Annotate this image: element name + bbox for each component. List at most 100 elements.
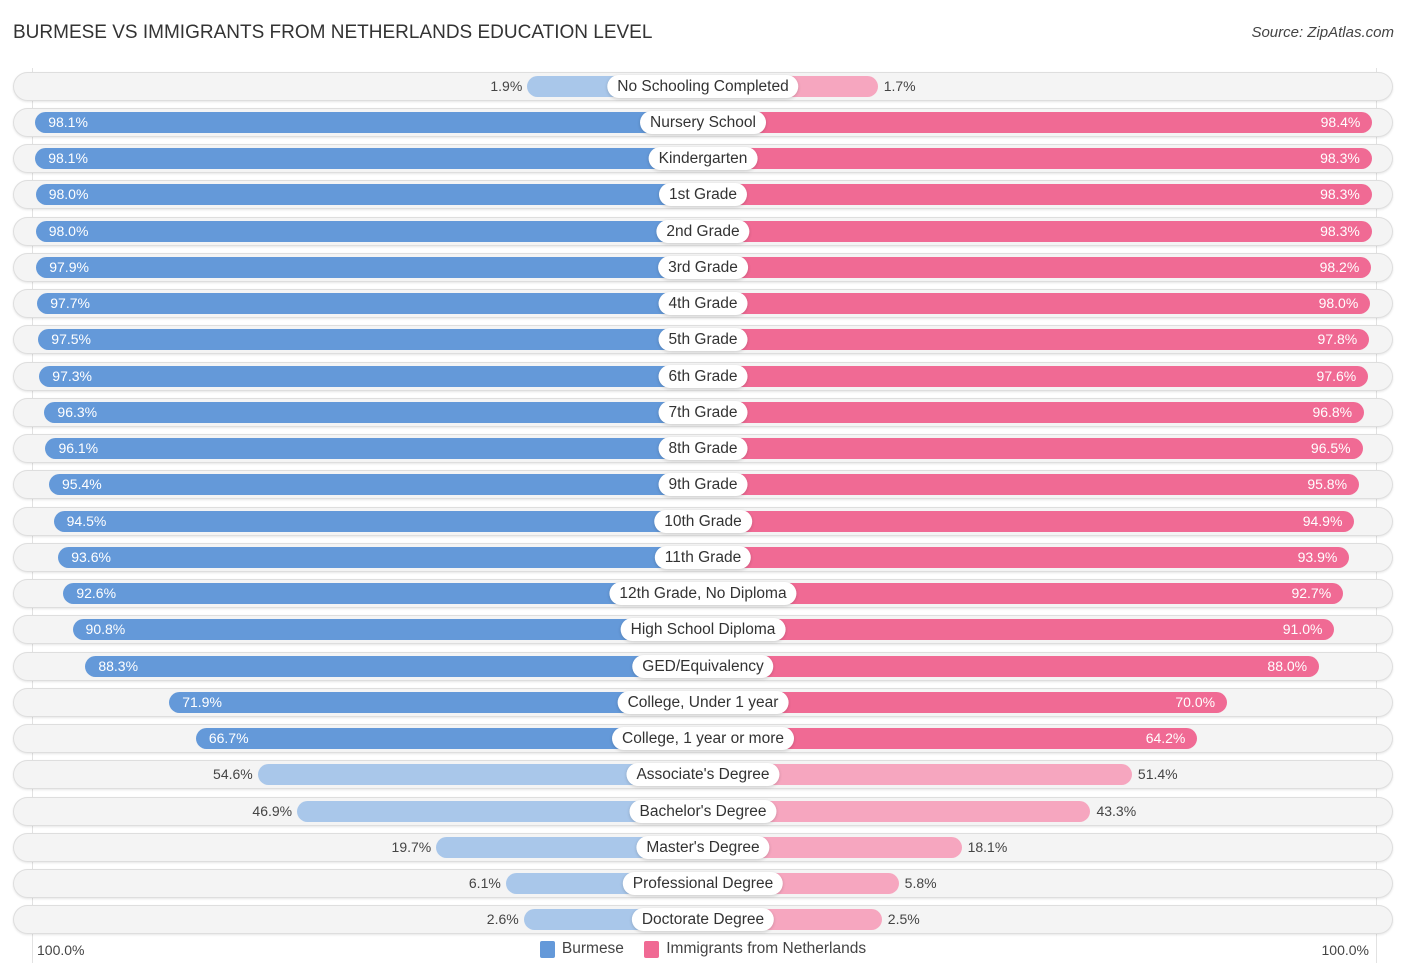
bar-netherlands[interactable] (703, 256, 1372, 278)
value-label-netherlands: 98.3% (1320, 150, 1360, 166)
legend-label-netherlands: Immigrants from Netherlands (666, 940, 867, 957)
bar-burmese[interactable] (39, 365, 703, 387)
bar-netherlands[interactable] (703, 474, 1360, 496)
value-label-netherlands: 95.8% (1307, 476, 1348, 493)
value-label-burmese: 19.7% (391, 838, 432, 855)
value-label-netherlands: 18.1% (967, 838, 1008, 855)
value-label-netherlands: 98.2% (1319, 258, 1360, 275)
value-label-netherlands: 93.9% (1297, 548, 1338, 565)
category-label: 8th Grade (658, 437, 748, 460)
value-label-netherlands: 92.7% (1291, 585, 1332, 601)
category-label: 11th Grade (654, 545, 752, 569)
bar-netherlands[interactable] (703, 220, 1372, 242)
category-label: Professional Degree (622, 872, 784, 895)
bar-netherlands[interactable] (703, 111, 1373, 133)
legend-swatch-netherlands (644, 940, 660, 958)
value-label-netherlands: 98.4% (1320, 113, 1361, 130)
value-label-burmese: 92.6% (76, 585, 117, 601)
bar-netherlands[interactable] (703, 401, 1365, 423)
bar-burmese[interactable] (36, 256, 703, 278)
bar-burmese[interactable] (72, 619, 703, 641)
value-label-burmese: 6.1% (468, 875, 501, 891)
value-label-burmese: 98.1% (48, 150, 88, 166)
bar-netherlands[interactable] (703, 148, 1372, 169)
value-label-netherlands: 1.7% (883, 77, 916, 94)
legend-label-burmese: Burmese (561, 940, 624, 957)
bar-netherlands[interactable] (703, 184, 1372, 206)
bar-netherlands[interactable] (703, 655, 1320, 677)
value-label-burmese: 71.9% (182, 693, 222, 710)
bar-burmese[interactable] (35, 220, 703, 242)
bar-burmese[interactable] (35, 148, 703, 169)
category-label: Nursery School (640, 110, 766, 134)
value-label-burmese: 90.8% (85, 621, 126, 638)
category-label: Kindergarten (648, 147, 758, 170)
bar-burmese[interactable] (37, 293, 703, 314)
value-label-netherlands: 98.3% (1320, 222, 1360, 239)
value-label-burmese: 96.3% (57, 403, 98, 420)
category-label: Doctorate Degree (631, 908, 775, 932)
category-label: Master's Degree (636, 835, 770, 859)
value-label-burmese: 46.9% (252, 802, 293, 819)
value-label-burmese: 93.6% (71, 548, 111, 565)
bar-burmese[interactable] (35, 111, 703, 133)
legend-item-burmese[interactable]: Burmese (539, 940, 624, 958)
bar-netherlands[interactable] (703, 546, 1350, 568)
category-label: College, 1 year or more (612, 727, 794, 750)
value-label-burmese: 97.7% (50, 295, 90, 311)
bar-burmese[interactable] (49, 474, 703, 496)
value-label-burmese: 94.5% (66, 512, 107, 529)
category-label: 3rd Grade (658, 255, 748, 279)
bar-netherlands[interactable] (703, 583, 1344, 604)
bar-burmese[interactable] (53, 510, 703, 532)
chart-area: 1.9% 1.7% No Schooling Completed 98.1% 98.4%… (0, 0, 1406, 975)
bar-burmese[interactable] (63, 583, 703, 604)
value-label-burmese: 88.3% (98, 657, 139, 674)
category-label: 10th Grade (654, 509, 752, 533)
value-label-netherlands: 43.3% (1096, 802, 1137, 819)
value-label-netherlands: 5.8% (904, 875, 937, 891)
category-label: Bachelor's Degree (629, 799, 777, 823)
value-label-burmese: 1.9% (490, 77, 523, 94)
bar-burmese[interactable] (38, 329, 703, 351)
category-label: 9th Grade (658, 473, 748, 497)
category-label: College, Under 1 year (617, 690, 789, 714)
bar-netherlands[interactable] (703, 293, 1371, 314)
value-label-netherlands: 51.4% (1137, 766, 1178, 783)
value-label-netherlands: 2.5% (887, 911, 920, 928)
legend-swatch-burmese (539, 940, 555, 958)
value-label-burmese: 96.1% (58, 440, 99, 456)
value-label-netherlands: 96.8% (1312, 403, 1353, 420)
value-label-burmese: 54.6% (213, 766, 253, 783)
legend: Burmese Immigrants from Netherlands (0, 940, 1406, 963)
value-label-burmese: 2.6% (486, 911, 519, 928)
value-label-burmese: 98.1% (48, 113, 88, 130)
legend-item-netherlands[interactable]: Immigrants from Netherlands (644, 940, 866, 958)
value-label-netherlands: 94.9% (1302, 512, 1343, 529)
bar-netherlands[interactable] (703, 510, 1355, 532)
category-label: 12th Grade, No Diploma (609, 582, 797, 605)
value-label-netherlands: 88.0% (1267, 657, 1308, 674)
value-label-burmese: 98.0% (48, 222, 89, 239)
category-label: High School Diploma (620, 618, 786, 642)
value-label-netherlands: 96.5% (1310, 440, 1351, 456)
value-label-netherlands: 64.2% (1145, 730, 1186, 746)
bar-netherlands[interactable] (703, 438, 1363, 459)
bar-burmese[interactable] (35, 184, 703, 206)
value-label-burmese: 97.5% (51, 331, 91, 348)
category-label: 5th Grade (658, 328, 748, 352)
bar-netherlands[interactable] (703, 619, 1335, 641)
value-label-burmese: 98.0% (48, 186, 89, 203)
bar-burmese[interactable] (85, 655, 703, 677)
value-label-netherlands: 70.0% (1175, 693, 1216, 710)
bar-netherlands[interactable] (703, 365, 1369, 387)
bar-netherlands[interactable] (703, 329, 1370, 351)
bar-burmese[interactable] (58, 546, 703, 568)
value-label-netherlands: 91.0% (1282, 621, 1323, 638)
bar-burmese[interactable] (45, 438, 703, 459)
bar-burmese[interactable] (44, 401, 703, 423)
value-label-netherlands: 98.3% (1320, 186, 1360, 203)
category-label: No Schooling Completed (607, 74, 799, 98)
category-label: 4th Grade (658, 292, 748, 315)
value-label-burmese: 97.9% (49, 258, 89, 275)
